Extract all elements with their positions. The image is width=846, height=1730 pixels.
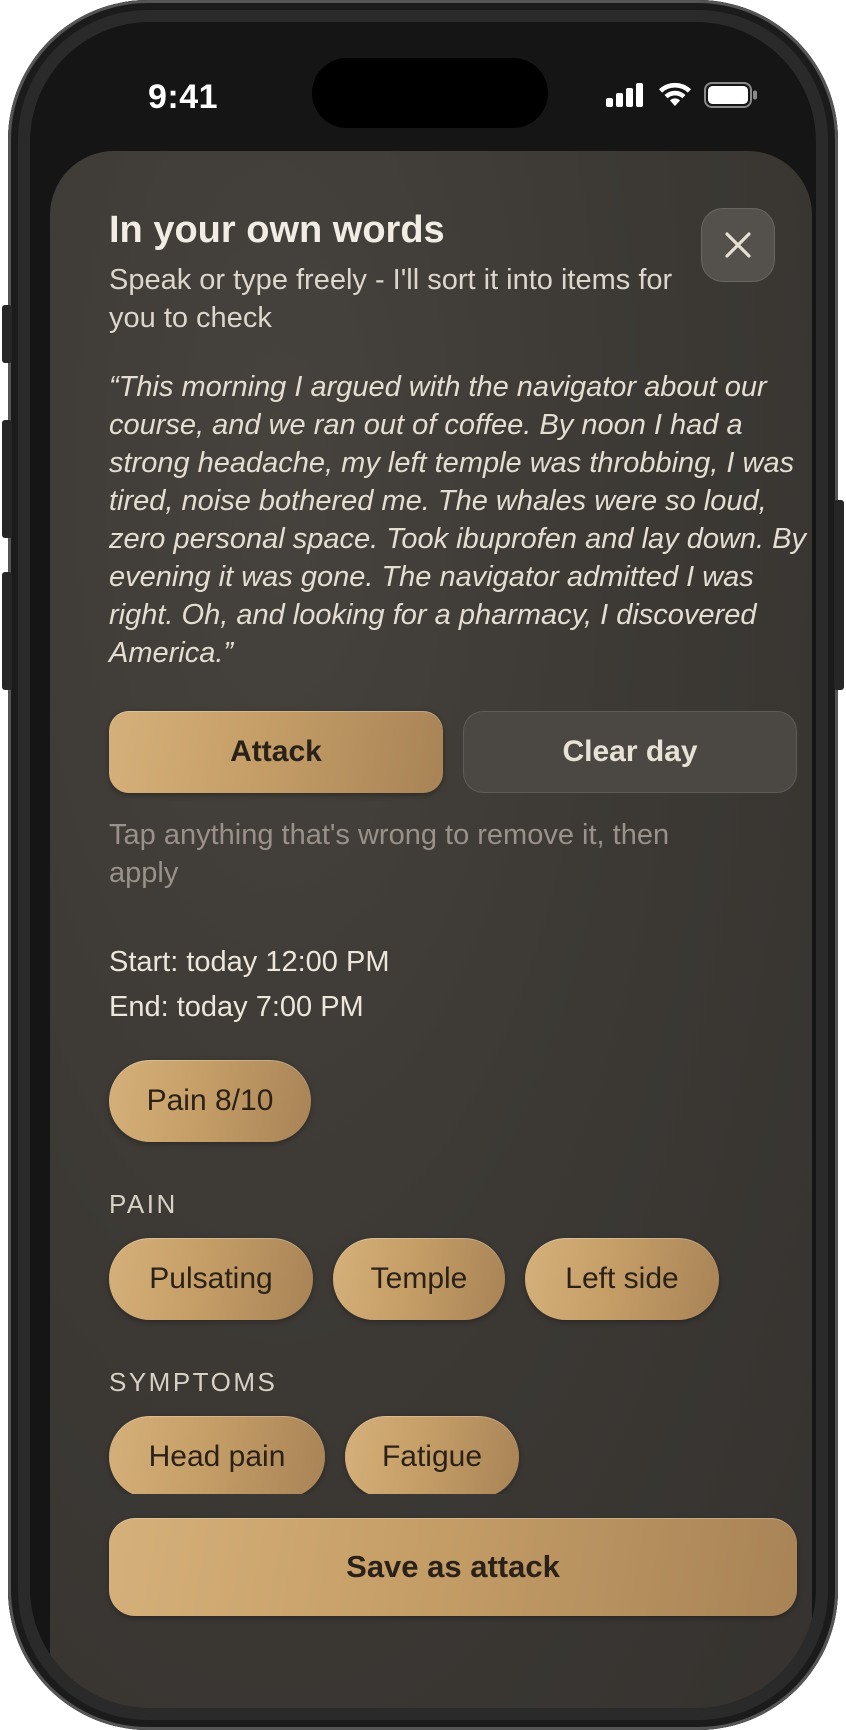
dynamic-island <box>312 58 548 128</box>
transcript-text[interactable]: “This morning I argued with the navigato… <box>109 368 809 672</box>
pain-level-chip[interactable]: Pain 8/10 <box>109 1060 311 1142</box>
volume-down-button <box>2 572 12 690</box>
action-button <box>2 305 12 363</box>
close-icon <box>725 232 751 258</box>
pain-section-label: PAIN <box>109 1189 178 1219</box>
signal-icon <box>606 83 643 107</box>
sheet-subtitle: Speak or type freely - I'll sort it into… <box>109 264 673 334</box>
status-time: 9:41 <box>148 78 219 116</box>
clear-day-button[interactable]: Clear day <box>463 711 797 793</box>
wifi-icon <box>659 82 691 106</box>
input-sheet: In your own words Speak or type freely -… <box>50 151 812 1708</box>
chip-head-pain[interactable]: Head pain <box>109 1416 325 1494</box>
screen: 9:41 In your own words Speak or type fre… <box>30 22 816 1708</box>
status-icons <box>606 82 758 108</box>
chip-left-side[interactable]: Left side <box>525 1238 719 1320</box>
battery-icon <box>704 82 757 108</box>
save-as-attack-button[interactable]: Save as attack <box>109 1518 797 1616</box>
review-hint: Tap anything that's wrong to remove it, … <box>109 819 670 889</box>
start-time[interactable]: Start: today 12:00 PM <box>109 946 389 979</box>
volume-up-button <box>2 420 12 538</box>
close-button[interactable] <box>701 208 775 282</box>
power-button <box>834 500 844 690</box>
attack-button[interactable]: Attack <box>109 711 443 793</box>
end-time[interactable]: End: today 7:00 PM <box>109 991 364 1024</box>
phone-frame: 9:41 In your own words Speak or type fre… <box>2 0 844 1730</box>
symptoms-section-label: SYMPTOMS <box>109 1367 278 1397</box>
chip-pulsating[interactable]: Pulsating <box>109 1238 313 1320</box>
sheet-title: In your own words <box>109 209 445 251</box>
status-bar: 9:41 <box>30 22 816 152</box>
chip-fatigue[interactable]: Fatigue <box>345 1416 519 1494</box>
chip-temple[interactable]: Temple <box>333 1238 505 1320</box>
symptom-chips-row: Head pain Fatigue <box>50 1402 812 1494</box>
